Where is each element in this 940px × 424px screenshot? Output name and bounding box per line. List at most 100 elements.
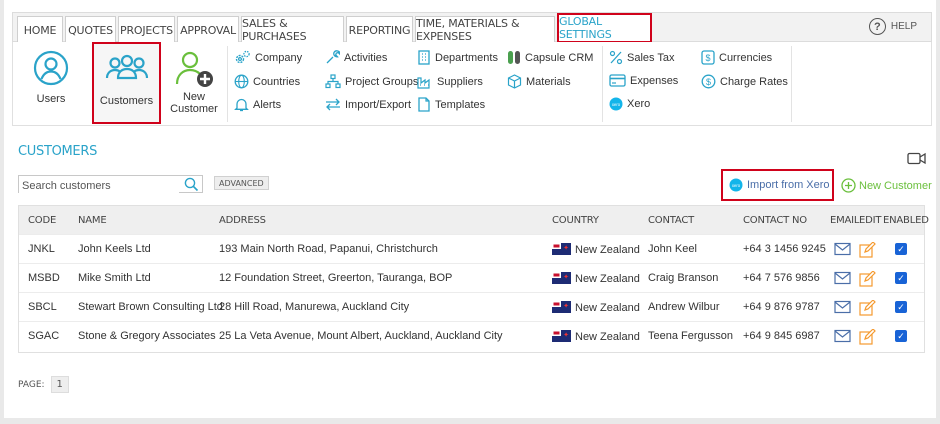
table-row[interactable]: MSBD Mike Smith Ltd 12 Foundation Street… xyxy=(19,263,924,292)
col-address[interactable]: ADDRESS xyxy=(219,215,266,226)
ribbon-xero[interactable]: xero Xero xyxy=(609,97,650,111)
mail-icon[interactable] xyxy=(834,271,851,285)
edit-icon[interactable] xyxy=(859,329,876,345)
ribbon-departments-label: Departments xyxy=(435,51,498,64)
cell-phone: +64 9 876 9787 xyxy=(743,301,820,313)
tab-projects[interactable]: PROJECTS xyxy=(118,16,175,43)
ribbon-alerts[interactable]: Alerts xyxy=(234,97,281,112)
col-name[interactable]: NAME xyxy=(78,215,107,226)
ribbon-divider xyxy=(791,46,792,122)
document-icon xyxy=(418,97,430,112)
ribbon-templates-label: Templates xyxy=(435,98,486,111)
ribbon-departments[interactable]: Departments xyxy=(417,50,498,65)
mail-icon[interactable] xyxy=(834,242,851,256)
tab-quotes[interactable]: QUOTES xyxy=(65,16,116,43)
video-icon[interactable] xyxy=(907,152,926,165)
ribbon-company[interactable]: Company xyxy=(234,50,302,65)
ribbon-capsule-crm[interactable]: Capsule CRM xyxy=(507,50,593,65)
tab-approval[interactable]: APPROVAL xyxy=(177,16,239,43)
ribbon-sales-tax[interactable]: Sales Tax xyxy=(609,50,675,65)
import-export-icon xyxy=(326,98,340,111)
svg-text:xero: xero xyxy=(612,102,621,107)
ribbon-countries[interactable]: Countries xyxy=(234,74,300,89)
ribbon-activities[interactable]: Activities xyxy=(325,50,387,65)
ribbon-customers-label: Customers xyxy=(99,95,154,107)
col-code[interactable]: CODE xyxy=(28,215,56,226)
edit-icon[interactable] xyxy=(859,300,876,316)
mail-icon[interactable] xyxy=(834,300,851,314)
tab-sales-purchases[interactable]: SALES & PURCHASES xyxy=(241,16,344,43)
ribbon-charge-rates[interactable]: $ Charge Rates xyxy=(701,74,788,89)
ribbon-new-customer[interactable]: New Customer xyxy=(164,42,224,124)
new-customer-icon xyxy=(175,51,213,87)
ribbon-currencies-label: Currencies xyxy=(719,51,773,64)
new-customer-label: New Customer xyxy=(859,179,932,192)
percent-icon xyxy=(609,50,623,65)
col-country[interactable]: COUNTRY xyxy=(552,215,599,226)
enabled-checkbox[interactable]: ✓ xyxy=(895,243,907,255)
ribbon-company-label: Company xyxy=(255,51,303,64)
cell-code: JNKL xyxy=(28,243,55,255)
ribbon-charge-rates-label: Charge Rates xyxy=(720,75,788,88)
ribbon-new-customer-line1: New xyxy=(182,91,205,103)
page-button-1[interactable]: 1 xyxy=(50,376,69,393)
search-box xyxy=(18,175,203,194)
capsule-icon xyxy=(508,51,520,64)
ribbon-xero-label: Xero xyxy=(627,98,651,110)
new-customer-button[interactable]: New Customer xyxy=(841,178,932,193)
tab-time-materials-expenses[interactable]: TIME, MATERIALS & EXPENSES xyxy=(415,16,555,43)
search-icon[interactable] xyxy=(184,177,199,192)
edit-icon[interactable] xyxy=(859,242,876,258)
pagination-label: PAGE: xyxy=(18,379,45,390)
advanced-search-button[interactable]: ADVANCED xyxy=(214,176,269,190)
ribbon-materials-label: Materials xyxy=(526,75,571,88)
table-row[interactable]: SGAC Stone & Gregory Associates 25 La Ve… xyxy=(19,321,924,350)
ribbon-customers[interactable]: Customers xyxy=(92,42,161,124)
import-from-xero-button[interactable]: xero Import from Xero xyxy=(721,169,834,201)
cell-contact: Teena Fergusson xyxy=(648,330,733,342)
bell-icon xyxy=(234,98,249,112)
table-row[interactable]: JNKL John Keels Ltd 193 Main North Road,… xyxy=(19,234,924,263)
enabled-checkbox[interactable]: ✓ xyxy=(895,272,907,284)
card-icon xyxy=(609,74,626,87)
cell-country-label: New Zealand xyxy=(575,331,640,343)
enabled-checkbox[interactable]: ✓ xyxy=(895,301,907,313)
ribbon-users[interactable]: Users xyxy=(15,42,87,124)
ribbon-expenses[interactable]: Expenses xyxy=(609,74,678,87)
ribbon-new-customer-label: New Customer xyxy=(170,91,218,115)
ribbon-import-export[interactable]: Import/Export xyxy=(325,97,411,112)
search-input[interactable] xyxy=(19,178,179,194)
ribbon-divider xyxy=(227,46,228,122)
cell-country: New Zealand xyxy=(552,243,640,256)
svg-text:$: $ xyxy=(706,77,711,87)
ribbon-project-groups[interactable]: Project Groups xyxy=(325,74,418,89)
table-row[interactable]: SBCL Stewart Brown Consulting Ltd 28 Hil… xyxy=(19,292,924,321)
tab-reporting[interactable]: REPORTING xyxy=(346,16,413,43)
ribbon-currencies[interactable]: $ Currencies xyxy=(701,50,772,65)
cell-phone: +64 7 576 9856 xyxy=(743,272,820,284)
ribbon-divider xyxy=(602,46,603,122)
cell-code: MSBD xyxy=(28,272,60,284)
tab-home[interactable]: HOME xyxy=(17,16,63,43)
hierarchy-icon xyxy=(325,74,341,89)
edit-icon[interactable] xyxy=(859,271,876,287)
wrench-icon xyxy=(326,50,340,64)
nz-flag-icon xyxy=(552,272,571,284)
col-contact[interactable]: CONTACT xyxy=(648,215,694,226)
import-from-xero-label: Import from Xero xyxy=(747,179,830,191)
cell-address: 12 Foundation Street, Greerton, Tauranga… xyxy=(219,272,453,284)
ribbon-materials[interactable]: Materials xyxy=(507,74,571,89)
enabled-checkbox[interactable]: ✓ xyxy=(895,330,907,342)
help-link[interactable]: ? HELP xyxy=(868,18,917,35)
col-enabled: ENABLED xyxy=(883,215,929,226)
globe-icon xyxy=(234,74,249,89)
customers-icon xyxy=(105,54,148,80)
nz-flag-icon xyxy=(552,243,571,255)
ribbon-suppliers[interactable]: Suppliers xyxy=(417,74,483,89)
col-contact-no[interactable]: CONTACT NO xyxy=(743,215,807,226)
mail-icon[interactable] xyxy=(834,329,851,343)
cell-name: Stewart Brown Consulting Ltd xyxy=(78,301,223,313)
tab-global-settings[interactable]: GLOBAL SETTINGS xyxy=(557,13,652,43)
ribbon-capsule-crm-label: Capsule CRM xyxy=(525,51,594,64)
ribbon-templates[interactable]: Templates xyxy=(417,97,485,112)
